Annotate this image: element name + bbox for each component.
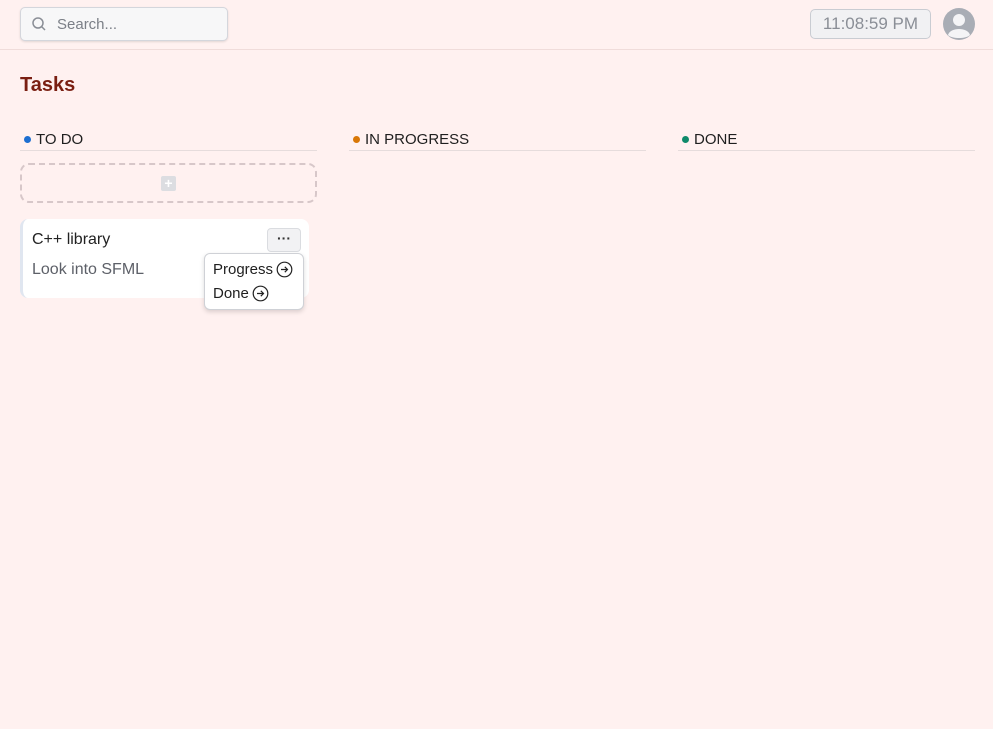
plus-icon: + [161,175,176,191]
column-label: DONE [694,130,738,148]
arrow-right-circle-icon [276,261,293,278]
search-icon [32,17,46,31]
status-dot [353,135,360,143]
clock-display: 11:08:59 PM [810,9,931,39]
column-header-done: DONE [678,128,975,151]
ellipsis-icon: ··· [277,230,291,246]
task-title: C++ library [32,231,111,248]
menu-item-label: Done [213,285,249,302]
menu-item-progress[interactable]: Progress [213,261,293,278]
menu-item-done[interactable]: Done [213,285,269,302]
status-dot [24,135,31,143]
menu-item-label: Progress [213,261,274,278]
column-header-in-progress: IN PROGRESS [349,128,646,151]
arrow-right-circle-icon [252,285,269,302]
user-avatar-icon [943,8,975,40]
page-title: Tasks [20,74,76,96]
status-dot [682,135,689,143]
search-input[interactable] [57,15,217,33]
more-options-button[interactable]: ··· [267,228,301,252]
top-bar: 11:08:59 PM [0,0,993,50]
avatar[interactable] [942,7,976,41]
task-description: Look into SFML [32,261,145,278]
column-label: TO DO [36,130,84,148]
move-task-menu: Progress Done [204,253,304,310]
add-task-button[interactable]: + [20,163,317,203]
column-header-todo: TO DO [20,128,317,151]
search-box[interactable] [20,7,228,41]
column-label: IN PROGRESS [365,130,470,148]
